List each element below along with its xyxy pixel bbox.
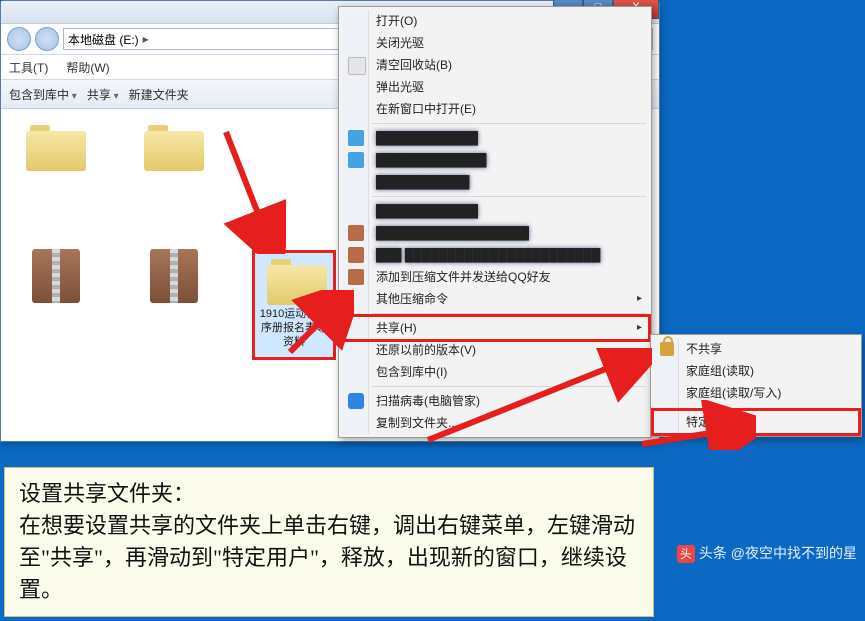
menu-help[interactable]: 帮助(W) (66, 59, 109, 76)
folder-item[interactable] (133, 125, 215, 177)
sub-no-share[interactable]: 不共享 (654, 338, 858, 360)
ctx-other-compress[interactable]: 其他压缩命令▸ (342, 288, 648, 310)
watermark: 头头条 @夜空中找不到的星 (677, 543, 857, 563)
ctx-blurred[interactable]: ██████████████████ (342, 222, 648, 244)
toutiao-logo-icon: 头 (677, 545, 695, 563)
archive-icon (32, 249, 80, 303)
ctx-open[interactable]: 打开(O) (342, 10, 648, 32)
separator (372, 196, 646, 197)
ctx-restore[interactable]: 还原以前的版本(V) (342, 339, 648, 361)
chevron-right-icon: ▸ (139, 32, 153, 46)
nav-forward-button[interactable] (35, 27, 59, 51)
selected-folder[interactable]: 1910运动会秩序册报名表等资料 (252, 250, 336, 360)
zip-icon (348, 247, 364, 263)
watermark-prefix: 头条 (699, 545, 727, 561)
separator (372, 123, 646, 124)
ctx-include-lib[interactable]: 包含到库中(I)▸ (342, 361, 648, 383)
toolbar-newfolder[interactable]: 新建文件夹 (129, 86, 189, 103)
annotation-box: 设置共享文件夹： 在想要设置共享的文件夹上单击右键，调出右键菜单，左键滑动至"共… (4, 467, 654, 617)
ctx-scan[interactable]: 扫描病毒(电脑管家) (342, 390, 648, 412)
ctx-empty-bin[interactable]: 清空回收站(B) (342, 54, 648, 76)
context-menu: 打开(O) 关闭光驱 清空回收站(B) 弹出光驱 在新窗口中打开(E) ████… (338, 6, 652, 438)
chevron-right-icon: ▸ (637, 361, 642, 383)
zip-icon (348, 225, 364, 241)
ctx-eject[interactable]: 弹出光驱 (342, 76, 648, 98)
ctx-copy-folder[interactable]: 复制到文件夹... (342, 412, 648, 434)
selected-folder-label: 1910运动会秩序册报名表等资料 (255, 307, 333, 349)
ctx-add-qq[interactable]: 添加到压缩文件并发送给QQ好友 (342, 266, 648, 288)
zip-icon (348, 269, 364, 285)
folder-item[interactable] (15, 125, 97, 177)
ctx-new-window[interactable]: 在新窗口中打开(E) (342, 98, 648, 120)
folder-icon (144, 125, 204, 171)
ctx-blurred[interactable]: ████████████ (342, 127, 648, 149)
nav-back-button[interactable] (7, 27, 31, 51)
ctx-blurred[interactable]: ███ ███████████████████████ (342, 244, 648, 266)
sub-specific-user[interactable]: 特定用户... (651, 408, 861, 436)
folder-icon (26, 125, 86, 171)
breadcrumb-root[interactable]: 本地磁盘 (E:) (68, 31, 139, 48)
share-submenu: 不共享 家庭组(读取) 家庭组(读取/写入) 特定用户... (650, 334, 862, 437)
archive-item[interactable] (133, 249, 215, 309)
shield-icon (348, 393, 364, 409)
toolbar-include[interactable]: 包含到库中 (9, 86, 77, 103)
menu-tools[interactable]: 工具(T) (9, 59, 48, 76)
sub-homegroup-read[interactable]: 家庭组(读取) (654, 360, 858, 382)
chevron-right-icon: ▸ (637, 317, 642, 339)
ctx-blurred[interactable]: ███████████ (342, 171, 648, 193)
archive-icon (150, 249, 198, 303)
archive-item[interactable] (15, 249, 97, 309)
app-icon (348, 152, 364, 168)
chevron-right-icon: ▸ (637, 288, 642, 310)
bin-icon (348, 57, 366, 75)
ctx-close-drive[interactable]: 关闭光驱 (342, 32, 648, 54)
annotation-title: 设置共享文件夹： (19, 478, 639, 510)
ctx-blurred[interactable]: ████████████ (342, 200, 648, 222)
annotation-body: 在想要设置共享的文件夹上单击右键，调出右键菜单，左键滑动至"共享"，再滑动到"特… (19, 510, 639, 606)
folder-icon (267, 259, 321, 301)
toolbar-share[interactable]: 共享 (87, 86, 119, 103)
app-icon (348, 130, 364, 146)
watermark-text: @夜空中找不到的星 (731, 545, 857, 561)
ctx-share[interactable]: 共享(H)▸ (339, 314, 651, 342)
separator (372, 386, 646, 387)
ctx-blurred[interactable]: █████████████ (342, 149, 648, 171)
sub-homegroup-rw[interactable]: 家庭组(读取/写入) (654, 382, 858, 404)
lock-icon (660, 342, 674, 356)
